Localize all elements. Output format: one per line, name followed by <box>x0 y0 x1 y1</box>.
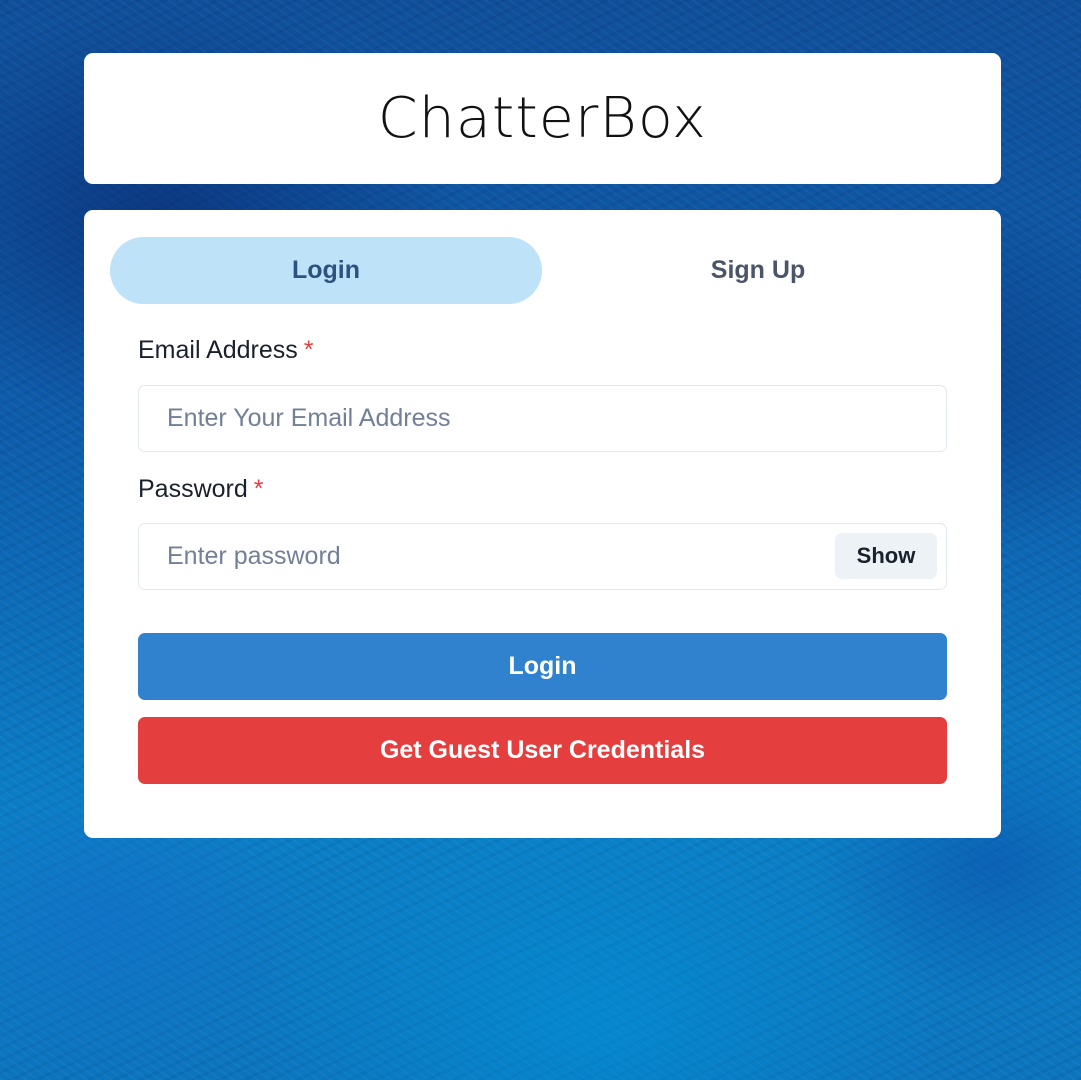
header-card: ChatterBox <box>84 53 1001 184</box>
password-required-marker: * <box>253 475 264 503</box>
tab-sign-up[interactable]: Sign Up <box>542 237 974 304</box>
email-required-marker: * <box>303 336 314 364</box>
app-title: ChatterBox <box>377 86 708 151</box>
auth-form-card: Login Sign Up Email Address* Password* S… <box>84 210 1001 838</box>
auth-tabs: Login Sign Up <box>110 237 974 304</box>
password-field-container: Show <box>138 523 947 590</box>
show-password-button[interactable]: Show <box>835 533 937 579</box>
password-field[interactable] <box>139 524 946 589</box>
login-button[interactable]: Login <box>138 633 947 700</box>
password-label: Password * <box>138 475 264 504</box>
password-label-text: Password <box>138 475 248 503</box>
guest-credentials-button[interactable]: Get Guest User Credentials <box>138 717 947 784</box>
email-field-container <box>138 385 947 452</box>
email-label: Email Address * <box>138 336 314 365</box>
email-label-text: Email Address <box>138 336 298 364</box>
email-field[interactable] <box>139 386 946 451</box>
tab-login[interactable]: Login <box>110 237 542 304</box>
